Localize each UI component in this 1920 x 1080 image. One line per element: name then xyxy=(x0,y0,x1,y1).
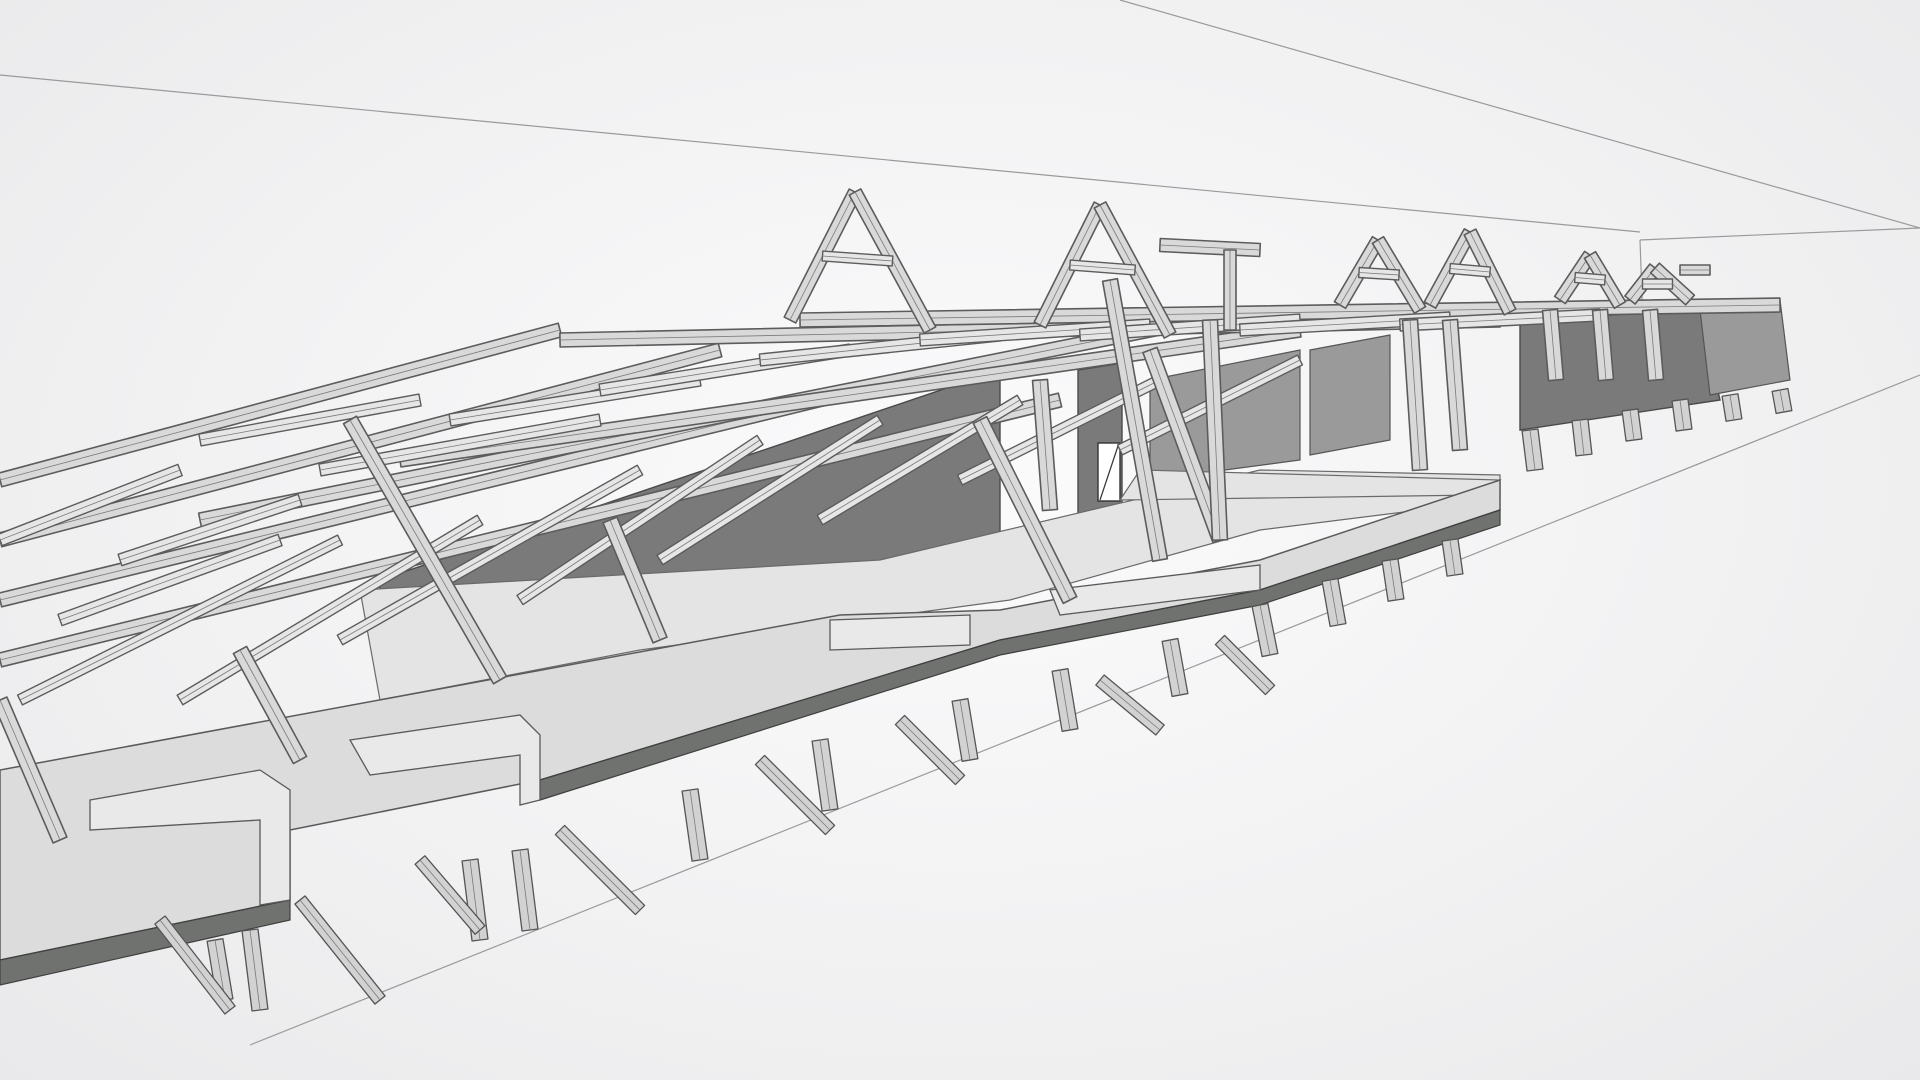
beam-flange-line xyxy=(899,719,961,781)
beam-flange-line xyxy=(299,899,381,1001)
3d-model-viewport[interactable] xyxy=(0,0,1920,1080)
structural-steel-model[interactable] xyxy=(0,0,1920,1080)
beam-flange-line xyxy=(559,829,641,911)
beam-flange-line xyxy=(1099,679,1161,731)
